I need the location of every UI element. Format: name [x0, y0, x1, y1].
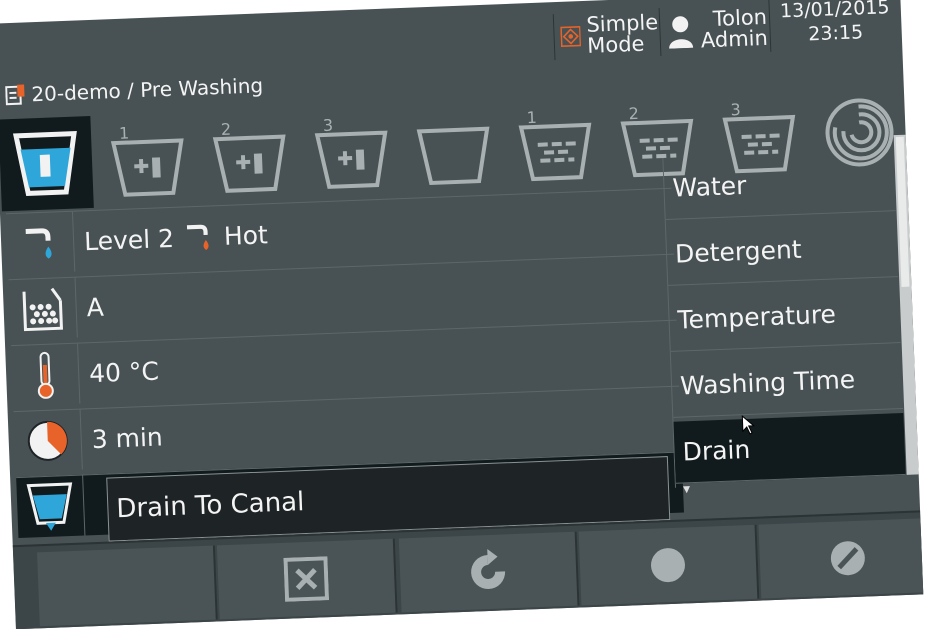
row-icon-cell — [9, 278, 78, 341]
svg-text:3: 3 — [730, 100, 741, 119]
water-tap-blue-icon — [21, 222, 59, 263]
user-button[interactable]: Tolon Admin — [659, 4, 770, 56]
water-tab[interactable] — [0, 116, 94, 211]
reload-button[interactable] — [399, 532, 580, 613]
row-icon-cell — [16, 476, 85, 539]
refresh-icon — [464, 548, 512, 596]
label-detergent[interactable]: Detergent — [666, 215, 898, 286]
detergent-2-tab[interactable]: 2 — [202, 108, 297, 203]
drain-tub-icon — [24, 480, 76, 534]
simple-mode-button[interactable]: Simple Mode — [553, 10, 660, 60]
row-icon-cell — [14, 410, 83, 473]
detergent-1-tab[interactable]: 1 — [100, 112, 195, 207]
detergent-powder-icon — [20, 284, 66, 334]
empty-tub-tab[interactable] — [406, 100, 501, 195]
parameter-grid: Level 2 Hot — [6, 188, 686, 579]
svg-text:2: 2 — [221, 120, 232, 139]
disable-button[interactable] — [758, 518, 923, 599]
badge-1: 1 — [119, 123, 130, 142]
row-icon-cell — [6, 212, 75, 275]
detergent-3-tab[interactable]: 3 — [304, 104, 399, 199]
close-box-icon — [283, 556, 329, 602]
water-level-text: Level 2 — [84, 223, 175, 255]
tub-add-1-icon: 1 — [107, 118, 190, 201]
svg-text:2: 2 — [628, 104, 639, 123]
label-drain[interactable]: Drain — [673, 413, 905, 484]
drain-select-value: Drain To Canal — [108, 487, 305, 525]
water-value: Level 2 Hot — [73, 216, 268, 259]
empty-tub-icon — [412, 107, 495, 190]
detergent-value: A — [76, 292, 104, 322]
timer-pie-icon — [25, 418, 71, 464]
water-temp-text: Hot — [223, 220, 268, 251]
water-tub-icon — [8, 125, 85, 202]
rinse-1-tab[interactable]: 1 — [508, 96, 603, 191]
water-tap-orange-icon — [183, 218, 214, 255]
user-icon — [666, 14, 695, 49]
svg-text:3: 3 — [322, 116, 333, 135]
tub-rinse-1-icon: 1 — [514, 103, 597, 186]
label-washing-time[interactable]: Washing Time — [671, 347, 903, 418]
prohibited-icon — [828, 539, 867, 578]
row-icon-cell — [11, 344, 80, 407]
temperature-value: 40 °C — [79, 356, 160, 388]
breadcrumb-text[interactable]: 20-demo / Pre Washing — [31, 73, 264, 106]
mode-label-line2: Mode — [587, 33, 659, 57]
time-text: 23:15 — [770, 19, 901, 48]
tub-add-2-icon: 2 — [208, 114, 291, 197]
circle-icon — [648, 545, 687, 584]
tub-add-3-icon: 3 — [310, 110, 393, 193]
label-water[interactable]: Water — [663, 149, 895, 220]
washing-time-value: 3 min — [81, 422, 163, 454]
datetime-display: 13/01/2015 23:15 — [768, 0, 901, 52]
label-temperature[interactable]: Temperature — [668, 281, 900, 352]
mode-diamond-icon — [560, 23, 581, 50]
scrollbar-thumb[interactable] — [896, 137, 910, 287]
document-icon — [5, 83, 26, 106]
washer-control-screen: 20-demo / Pre Washing Simple Mode Tolon … — [0, 0, 923, 629]
mouse-cursor-icon — [741, 415, 756, 436]
thermometer-icon — [32, 350, 58, 399]
breadcrumb: 20-demo / Pre Washing — [5, 73, 264, 107]
parameter-labels: Water Detergent Temperature Washing Time… — [662, 149, 905, 488]
cancel-button[interactable] — [217, 539, 398, 620]
record-button[interactable] — [579, 525, 760, 606]
user-role: Admin — [700, 28, 768, 52]
svg-text:1: 1 — [526, 108, 537, 127]
toolbar-empty-button[interactable] — [37, 546, 218, 627]
